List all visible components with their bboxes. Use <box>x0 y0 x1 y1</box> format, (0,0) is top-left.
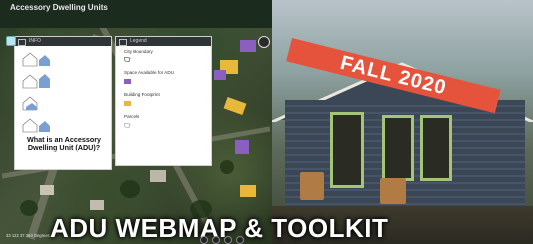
info-panel-header: INFO <box>15 37 111 46</box>
house-diagram-3 <box>22 96 38 111</box>
outline-shape-icon <box>124 57 131 62</box>
page-title: ADU WEBMAP & TOOLKIT <box>50 213 389 243</box>
toolbar-button[interactable] <box>212 236 220 244</box>
screenshot-frame: Accessory Dwelling Units INFO What is an… <box>0 0 533 244</box>
legend-item-label: Space Available for ADU <box>124 70 174 75</box>
legend-panel-header: Legend <box>116 37 211 46</box>
satellite-map[interactable]: Accessory Dwelling Units INFO What is an… <box>0 0 272 244</box>
panel-icon[interactable] <box>18 39 26 46</box>
door-frame <box>330 112 364 188</box>
info-panel-title: INFO <box>29 38 41 44</box>
adu-description: An Accessory Dwelling Unit, also known a… <box>18 150 100 163</box>
adirondack-chair-left <box>300 172 324 200</box>
purple-fill-icon <box>124 79 131 84</box>
compass-icon[interactable] <box>258 36 270 48</box>
adirondack-chair-right <box>380 178 406 204</box>
legend-icon[interactable] <box>119 39 127 46</box>
toolbar-button[interactable] <box>224 236 232 244</box>
window-left <box>382 115 414 181</box>
legend-item-label: Building Footprint <box>124 92 160 97</box>
legend-panel-title: Legend <box>130 38 147 44</box>
app-title: Accessory Dwelling Units <box>10 3 108 12</box>
house-diagram-4 <box>22 118 50 133</box>
legend-item-label: Parcels <box>124 114 140 119</box>
zoom-in-button[interactable] <box>6 36 16 46</box>
house-diagram-2 <box>22 74 50 89</box>
toolbar-button[interactable] <box>236 236 244 244</box>
map-coordinates: 33 122 37.364 Degrees <box>6 233 50 238</box>
window-right <box>420 115 452 181</box>
toolbar-button[interactable] <box>200 236 208 244</box>
house-diagram-1 <box>22 52 50 67</box>
yellow-fill-icon <box>124 101 131 106</box>
legend-panel: Legend City Boundary Space Available for… <box>115 36 212 166</box>
outline-shape-icon <box>124 123 131 128</box>
legend-item-label: City Boundary <box>124 49 153 54</box>
